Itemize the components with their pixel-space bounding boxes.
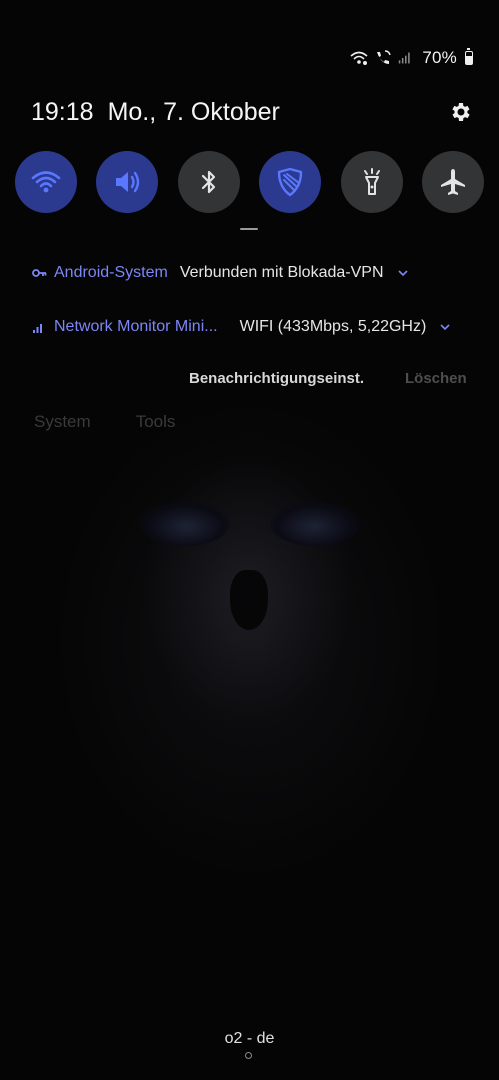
chevron-down-icon[interactable] (396, 266, 410, 280)
carrier-label: o2 - de (224, 1030, 275, 1047)
gear-icon[interactable] (449, 100, 473, 124)
clear-button[interactable]: Löschen (405, 370, 467, 387)
notification-network-monitor[interactable]: Network Monitor Mini... WIFI (433Mbps, 5… (31, 314, 473, 340)
notification-settings-button[interactable]: Benachrichtigungseinst. (189, 370, 364, 387)
quick-settings-toggles (15, 151, 484, 213)
shade-drag-handle[interactable] (240, 228, 258, 230)
wallpaper-eye-left (140, 502, 230, 546)
wifi-calling-icon (350, 49, 368, 67)
airplane-mode-toggle[interactable] (421, 151, 484, 213)
blokada-toggle[interactable] (259, 151, 322, 213)
shield-icon (277, 167, 303, 197)
sound-toggle[interactable] (96, 151, 159, 213)
page-indicator (245, 1052, 252, 1059)
wallpaper-skull (0, 380, 499, 1080)
tab-tools: Tools (135, 412, 176, 431)
clock[interactable]: 19:18 (31, 98, 94, 127)
speaker-icon (116, 171, 140, 193)
battery-icon (465, 48, 473, 65)
notification-text: Verbunden mit Blokada-VPN (179, 264, 384, 281)
signal-bars-icon (31, 319, 47, 335)
vpn-key-icon (31, 265, 47, 281)
notification-android-system[interactable]: Android-System Verbunden mit Blokada-VPN (31, 260, 473, 286)
battery-fill (466, 55, 472, 64)
flashlight-toggle[interactable] (340, 151, 403, 213)
status-bar: 70% (350, 44, 473, 72)
notification-actions: Benachrichtigungseinst. Löschen (0, 370, 499, 394)
tab-system: System (34, 412, 91, 431)
airplane-icon (440, 169, 465, 195)
vowifi-call-icon (374, 49, 392, 67)
battery-percentage: 70% (422, 48, 457, 67)
notification-text: WIFI (433Mbps, 5,22GHz) (239, 318, 427, 335)
chevron-down-icon[interactable] (438, 320, 452, 334)
shade-header: 19:18 Mo., 7. Oktober (31, 96, 473, 128)
signal-bars-icon (398, 49, 416, 67)
wifi-toggle[interactable] (15, 151, 77, 213)
notification-shade: 70% 19:18 Mo., 7. Oktober Android-System… (0, 0, 499, 1080)
wallpaper-nose (230, 570, 268, 630)
bluetooth-icon (201, 170, 215, 194)
wifi-icon (31, 171, 61, 193)
bluetooth-toggle[interactable] (177, 151, 240, 213)
flashlight-icon (363, 168, 380, 195)
notification-app-name: Android-System (54, 264, 168, 281)
background-tabs: System Tools (34, 412, 175, 432)
date[interactable]: Mo., 7. Oktober (108, 98, 280, 127)
notification-app-name: Network Monitor Mini... (54, 318, 218, 335)
wallpaper-eye-right (270, 502, 360, 546)
